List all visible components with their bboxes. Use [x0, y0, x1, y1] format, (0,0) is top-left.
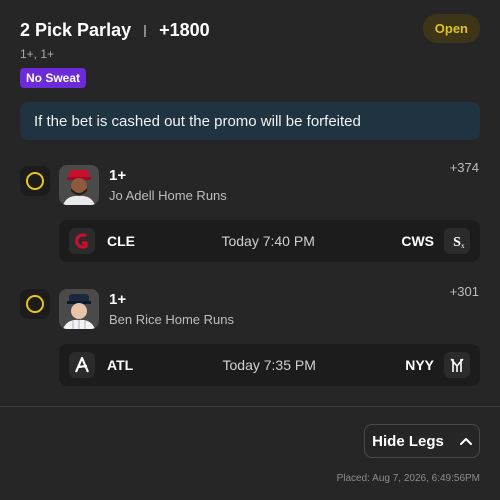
player-avatar-icon: [59, 289, 99, 329]
promo-warning-banner: If the bet is cashed out the promo will …: [20, 102, 480, 140]
leg-odds: +374: [449, 160, 479, 175]
title-row: 2 Pick Parlay +1800: [20, 20, 480, 41]
status-badge: Open: [422, 14, 480, 43]
home-team: ATL: [107, 357, 134, 373]
away-team: NYY: [405, 357, 434, 373]
home-team: CLE: [107, 233, 135, 249]
bet-header: 2 Pick Parlay +1800 1+, 1+: [20, 20, 480, 61]
hide-legs-button[interactable]: Hide Legs: [364, 424, 480, 458]
bet-subtitle: 1+, 1+: [20, 47, 55, 61]
bet-title: 2 Pick Parlay: [20, 20, 132, 40]
svg-text:x: x: [461, 242, 465, 250]
bet-odds: +1800: [159, 20, 210, 40]
promo-badge: No Sweat: [20, 68, 87, 88]
guardians-logo-icon: [69, 228, 95, 254]
braves-logo-icon: [69, 352, 95, 378]
leg-market: Ben Rice Home Runs: [109, 312, 234, 327]
circle-icon: [26, 172, 44, 190]
game-time: Today 7:35 PM: [222, 357, 316, 373]
matchup-row: ATL Today 7:35 PM NYY: [59, 344, 480, 386]
leg-odds: +301: [449, 284, 479, 299]
divider: [0, 406, 500, 407]
leg-market: Jo Adell Home Runs: [109, 188, 227, 203]
chevron-up-icon: [459, 438, 472, 445]
matchup-row: CLE Today 7:40 PM CWS S x: [59, 220, 480, 262]
away-team: CWS: [401, 233, 434, 249]
leg-status-radio[interactable]: [20, 166, 50, 196]
leg-pick: 1+: [109, 291, 127, 308]
yankees-logo-icon: [444, 352, 470, 378]
game-time: Today 7:40 PM: [221, 233, 315, 249]
white-sox-logo-icon: S x: [444, 228, 470, 254]
title-separator: [144, 24, 147, 37]
leg-status-radio[interactable]: [20, 289, 50, 319]
bet-card: 2 Pick Parlay +1800 1+, 1+ Open No Sweat…: [0, 0, 500, 500]
svg-text:S: S: [453, 235, 461, 250]
placed-timestamp: Placed: Aug 7, 2026, 6:49:56PM: [336, 473, 480, 484]
leg-pick: 1+: [109, 167, 127, 184]
hide-legs-label: Hide Legs: [372, 432, 444, 450]
banner-text: If the bet is cashed out the promo will …: [34, 112, 361, 130]
player-avatar-icon: [59, 165, 99, 205]
circle-icon: [26, 295, 44, 313]
